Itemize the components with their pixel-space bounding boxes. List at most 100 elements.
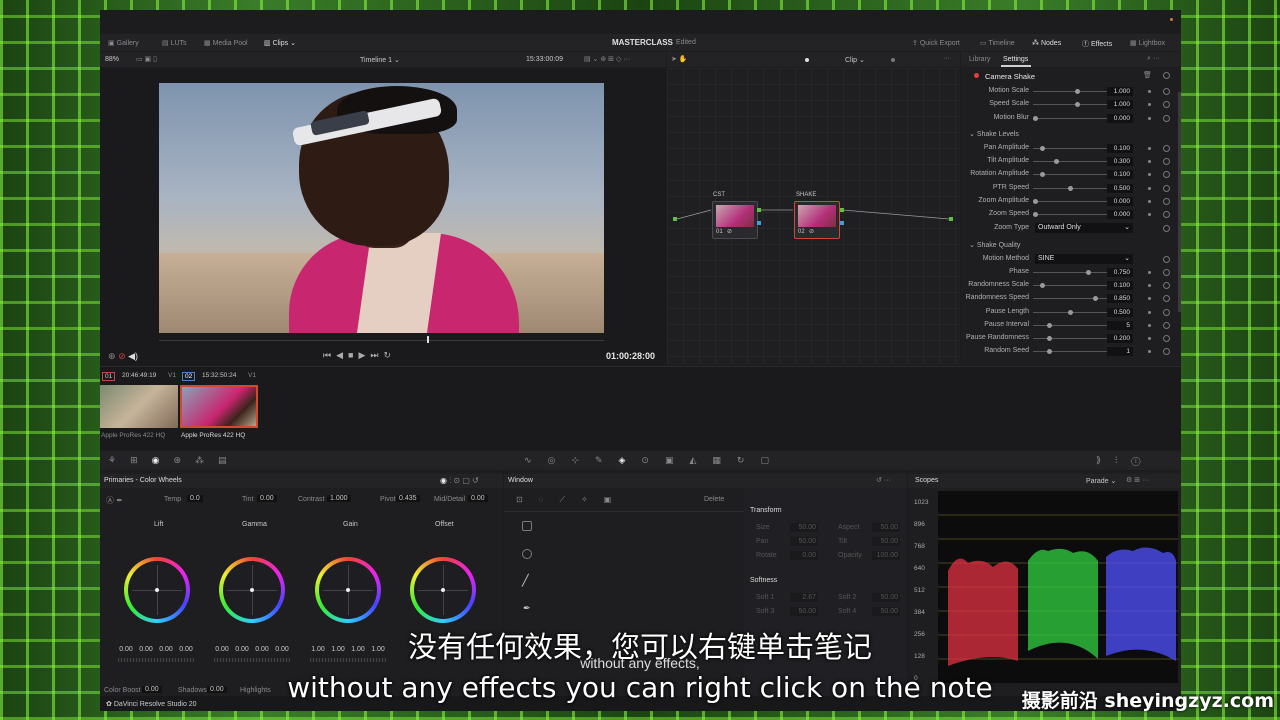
pivot-field[interactable]: 0.435 xyxy=(396,495,420,502)
softness-field[interactable]: 2.67 xyxy=(790,593,818,602)
node-2[interactable]: 02 ⊘ xyxy=(794,201,840,239)
clips-tab[interactable]: ▥ Clips ⌄ xyxy=(264,39,296,47)
reset-icon[interactable] xyxy=(1163,88,1170,95)
param-slider[interactable] xyxy=(1033,89,1113,94)
pointer-icon[interactable]: ➤ ✋ xyxy=(671,55,688,63)
middetail-field[interactable]: 0.00 xyxy=(468,495,488,502)
keyframe-icon[interactable] xyxy=(1148,199,1151,203)
palette-center-icons[interactable]: ∿◎⊹✎◈⊙▣◭▦↻▢ xyxy=(524,455,785,466)
scrub-bar[interactable] xyxy=(159,340,604,341)
slider-knob[interactable] xyxy=(1085,270,1091,275)
param-value[interactable]: 0.100 xyxy=(1107,170,1133,180)
circle-window-button[interactable] xyxy=(522,549,532,559)
param-value[interactable]: 1.000 xyxy=(1107,100,1133,110)
window-reset-icon[interactable]: ↺ ··· xyxy=(876,476,891,484)
reset-icon[interactable] xyxy=(1163,308,1170,316)
param-value[interactable]: 0.100 xyxy=(1107,144,1133,153)
keyframe-icon[interactable] xyxy=(1148,323,1151,327)
gamma-wheel[interactable] xyxy=(219,557,285,623)
node-1-key-output[interactable] xyxy=(757,221,761,225)
viewer-tools-icon[interactable]: ▤ ⌄ ⊛ ⊞ ◇ ··· xyxy=(584,55,630,63)
effect-enable-icon[interactable] xyxy=(974,73,979,78)
slider-knob[interactable] xyxy=(1033,198,1038,204)
param-value[interactable]: 0.500 xyxy=(1107,307,1133,317)
reset-icon[interactable] xyxy=(1163,269,1170,276)
softness-field[interactable]: 50.00 xyxy=(872,607,900,616)
keyframe-icon[interactable] xyxy=(1148,350,1151,354)
transport-controls[interactable]: ⏮◀■▶⏭↻ xyxy=(323,350,396,361)
reset-icon[interactable] xyxy=(1163,335,1170,342)
param-value[interactable]: 5 xyxy=(1107,320,1133,330)
param-value[interactable]: 0.000 xyxy=(1107,210,1133,219)
line-window-icon[interactable]: ╱ xyxy=(522,574,529,587)
keyframe-icon[interactable] xyxy=(1148,186,1151,190)
keyframe-icon[interactable] xyxy=(1148,147,1151,150)
transform-field[interactable]: 0.00 xyxy=(790,551,818,560)
effects-toggle[interactable]: ⓕ Effects xyxy=(1082,39,1112,49)
gallery-tab[interactable]: ▣ Gallery xyxy=(108,39,139,47)
node-1[interactable]: 01 ⊘ xyxy=(712,201,758,239)
transform-field[interactable]: 50.00 xyxy=(790,523,818,532)
reset-icon[interactable] xyxy=(1163,295,1170,303)
offset-wheel[interactable] xyxy=(410,557,476,623)
slider-knob[interactable] xyxy=(1068,309,1073,315)
slider-knob[interactable] xyxy=(1075,89,1080,94)
playhead[interactable] xyxy=(427,336,429,343)
square-window-icon[interactable] xyxy=(522,521,532,531)
slider-knob[interactable] xyxy=(1033,115,1038,121)
softness-field[interactable]: 50.00 xyxy=(872,593,900,602)
node-mode-selector[interactable]: Clip ⌄ xyxy=(845,56,865,64)
keyframe-icon[interactable] xyxy=(1148,90,1151,93)
param-slider[interactable] xyxy=(1033,185,1113,191)
param-slider[interactable] xyxy=(1033,146,1113,151)
reset-icon[interactable] xyxy=(1163,197,1170,205)
keyframe-icon[interactable] xyxy=(1148,337,1151,340)
node-1-output[interactable] xyxy=(757,208,761,212)
param-value[interactable]: 0.300 xyxy=(1107,157,1133,167)
lift-wheel[interactable] xyxy=(124,557,190,623)
reset-icon[interactable] xyxy=(1163,282,1170,290)
keyframe-icon[interactable] xyxy=(1148,271,1151,274)
param-slider[interactable] xyxy=(1033,283,1113,289)
slider-knob[interactable] xyxy=(1040,146,1045,151)
node-2-key-output[interactable] xyxy=(840,221,844,225)
param-value[interactable]: 1 xyxy=(1107,347,1133,357)
param-value[interactable]: 0.850 xyxy=(1107,294,1133,304)
reset-icon[interactable] xyxy=(1163,114,1170,122)
keyframe-icon[interactable] xyxy=(1148,103,1151,107)
param-slider[interactable] xyxy=(1033,349,1113,355)
param-slider[interactable] xyxy=(1033,296,1113,302)
slider-knob[interactable] xyxy=(1075,102,1080,108)
timeline-selector[interactable]: Timeline 1 ⌄ xyxy=(360,56,400,64)
node-2-output[interactable] xyxy=(840,208,844,212)
param-slider[interactable] xyxy=(1033,115,1113,121)
param-slider[interactable] xyxy=(1033,102,1113,108)
tint-field[interactable]: 0.00 xyxy=(257,495,277,502)
effects-scrollbar[interactable] xyxy=(1178,92,1181,312)
keyframe-icon[interactable] xyxy=(1148,173,1151,177)
node-output-port[interactable] xyxy=(949,217,953,221)
param-slider[interactable] xyxy=(1033,212,1113,217)
reset-icon[interactable] xyxy=(1163,101,1170,109)
slider-knob[interactable] xyxy=(1040,283,1045,289)
slider-knob[interactable] xyxy=(1068,185,1073,191)
tab-settings[interactable]: Settings xyxy=(1003,56,1028,63)
slider-knob[interactable] xyxy=(1047,336,1052,341)
zoom-level[interactable]: 88% xyxy=(105,56,119,63)
param-slider[interactable] xyxy=(1033,336,1113,341)
param-slider[interactable] xyxy=(1033,172,1113,178)
keyframe-icon[interactable] xyxy=(1148,310,1151,314)
reset-icon[interactable] xyxy=(1163,256,1170,263)
effect-delete-icon[interactable]: 🗑 xyxy=(1143,71,1152,79)
node-editor[interactable]: CST 01 ⊘ SHAKE 02 ⊘ xyxy=(667,68,960,365)
slider-knob[interactable] xyxy=(1047,322,1052,328)
clip-1-thumbnail[interactable] xyxy=(100,385,178,428)
slider-knob[interactable] xyxy=(1040,172,1045,178)
window-shape-tools[interactable]: ⊡◌⟋✧▣ xyxy=(516,495,627,505)
reset-icon[interactable] xyxy=(1163,145,1170,152)
tab-library[interactable]: Library xyxy=(969,56,990,63)
media-pool-tab[interactable]: ▦ Media Pool xyxy=(204,39,248,47)
zoom-type-dropdown[interactable]: Outward Only ⌄ xyxy=(1035,223,1133,233)
lightbox-toggle[interactable]: ▦ Lightbox xyxy=(1130,39,1165,47)
reset-icon[interactable] xyxy=(1163,321,1170,329)
